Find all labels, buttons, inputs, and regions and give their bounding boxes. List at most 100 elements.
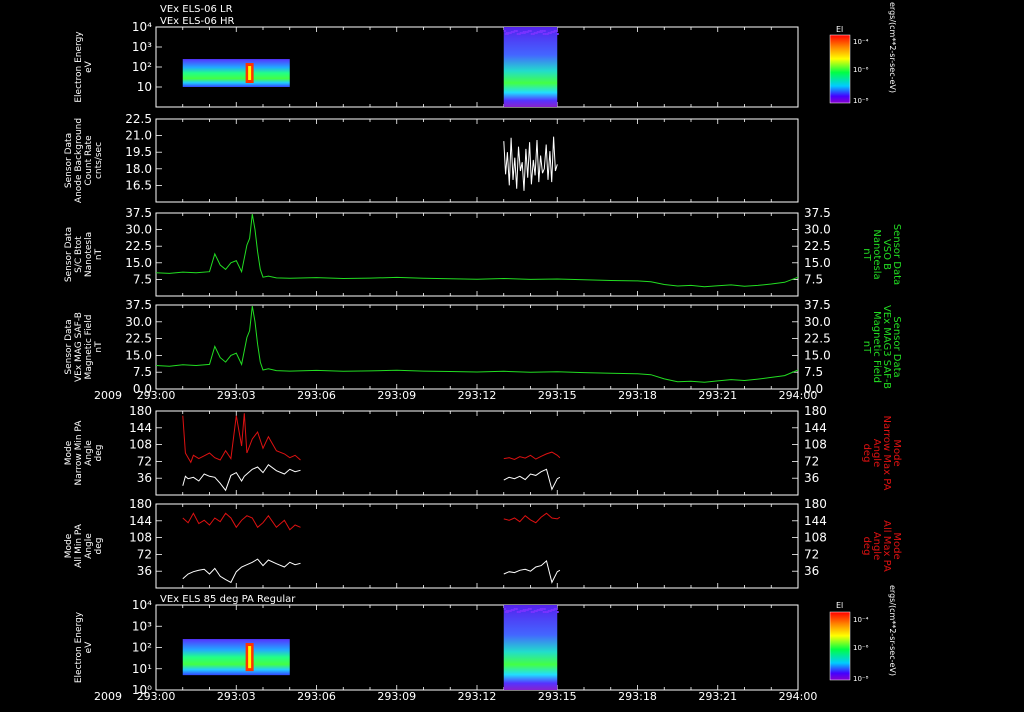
y-axis-label: Magnetic Field [84,315,94,380]
x-tick-label: 293:03 [217,389,256,402]
spectrogram-dot [516,611,519,613]
panel-bmag_mag: 37.5 37.530.0 30.022.5 22.515.0 15.07.5 7.50.… [64,298,902,396]
y-tick-label-right: 180 [804,404,827,418]
colorbar-bottom-label: El [836,601,843,610]
spectrogram-dot [519,32,522,34]
y-tick-label-right: 30.0 [804,223,831,237]
series-line [155,306,799,383]
y-tick-label: 21.0 [125,129,152,143]
y-axis-label: Nanotesla [84,232,94,277]
x-tick-label: 293:06 [297,389,336,402]
spectrogram-dot [507,32,510,34]
y-axis-label: nT [94,341,104,353]
spectrogram-dot [556,33,559,35]
panel-frame [155,304,799,390]
spectrogram-dot [522,609,525,611]
spectrogram-dot [539,30,542,32]
colorbar-top-scale [829,34,851,104]
colorbar-bottom-scale [829,611,851,681]
spectrogram-dot [550,609,553,611]
x-tick-label: 293:06 [297,690,336,703]
spectrogram-dot [553,30,556,32]
panel-all_pa: 180 180 144 144 108 108 72 72 36 36 Mode All Min PA… [64,497,902,589]
y-tick-label-right: 108 [804,531,827,545]
y-axis-label: Count Rate [84,135,94,186]
y-axis-label: deg [94,445,104,462]
y-axis-label: eV [84,60,94,73]
y-tick-label-right: 22.5 [804,332,831,346]
y-tick-label-right: 22.5 [804,239,831,253]
spectrogram-dot [555,30,558,32]
colorbar-bottom-unit: ergs/(cm**2-sr-sec-eV) [888,585,897,676]
y-tick-label: 108 [129,438,152,452]
y-tick-label: 37.5 [125,298,152,312]
spectrogram-dot [505,610,508,612]
spectrogram-dot [530,611,533,613]
spectrogram-dot [536,31,539,33]
y-tick-label-right: 36 [804,471,819,485]
spectrogram-dot [505,32,508,34]
y-tick-label-right: 30.0 [804,315,831,329]
y-tick-label-right: 144 [804,421,827,435]
spectrogram-dot [515,608,518,610]
header-line2: VEx ELS-06 HR [160,16,235,27]
y-tick-label-right: 180 [804,497,827,511]
y-tick-label: 18.0 [125,162,152,176]
y-tick-label: 37.5 [125,206,152,220]
y-axis-label: Anode Background [74,118,84,203]
spectrogram-hotspot-core [248,66,252,80]
y-axis-label-right: nT [861,248,872,261]
spectrogram-dot [524,609,527,611]
y-tick-label: 10³ [132,40,152,54]
y-tick-label: 180 [129,497,152,511]
colorbar-top-unit: ergs/(cm**2-sr-sec-eV) [888,2,897,93]
colorbar-bottom-tick-2: 10⁻⁸ [853,675,869,683]
colorbar-bottom-tick-0: 10⁻⁴ [853,616,869,624]
spectrogram-dot [539,608,542,610]
spectrogram-dot [550,31,553,33]
colorbar-bottom: El 10⁻⁴ 10⁻⁶ 10⁻⁸ ergs/(cm**2-sr-sec-eV) [829,585,897,683]
spectrogram-dot [553,608,556,610]
series-line [182,463,301,492]
y-tick-label: 15.0 [125,348,152,362]
spectrogram-dot [533,32,536,34]
x-tick-label: 293:03 [217,690,256,703]
x-tick-label: 293:09 [377,389,416,402]
spectrogram-dot [544,611,547,613]
y-tick-label: 36 [137,471,152,485]
y-tick-label: 7.5 [133,272,152,286]
y-tick-label-right: 108 [804,438,827,452]
spectrogram-dot [515,30,518,32]
panel-frame [155,503,799,589]
spectrogram-dot [503,608,506,610]
y-axis-label: Sensor Data [64,227,74,282]
spectrogram-dot [527,608,530,610]
panel-els_lr_hr: 10⁴ 10³ 10² 10 Electron Energy eV [74,20,799,108]
series-line [182,558,301,584]
y-axis-label-right: deg [861,444,872,463]
x-tick-label: 293:00 [137,389,176,402]
y-tick-label: 10 [137,80,152,94]
series-line [182,512,301,531]
spectrogram-dot [522,31,525,33]
y-axis-label: All Min PA [74,523,84,568]
spectrogram-dot [524,31,527,33]
y-axis-label: Mode [64,440,74,465]
x-tick-label: 293:21 [698,690,737,703]
y-tick-label-right: 15.0 [804,256,831,270]
figure-svg: VEx ELS-06 LR VEx ELS-06 HR VEx ELS 85 d… [64,2,902,703]
spectrogram-dot [541,608,544,610]
spectrogram-dot [542,33,545,35]
y-tick-label-right: 7.5 [804,365,823,379]
spectrogram-dot [533,610,536,612]
x-tick-label: 293:15 [538,690,577,703]
spectrogram-dot [507,610,510,612]
y-tick-label: 10⁴ [132,20,152,34]
y-axis-label: nT [94,248,104,260]
y-tick-label: 72 [137,547,152,561]
colorbar-top: El 10⁻⁴ 10⁻⁶ 10⁻⁸ ergs/(cm**2-sr-sec-eV) [829,2,897,105]
x-tick-label: 293:12 [458,690,497,703]
y-tick-label: 30.0 [125,315,152,329]
spectrogram-dot [529,608,532,610]
x-year-label: 2009 [94,690,122,703]
